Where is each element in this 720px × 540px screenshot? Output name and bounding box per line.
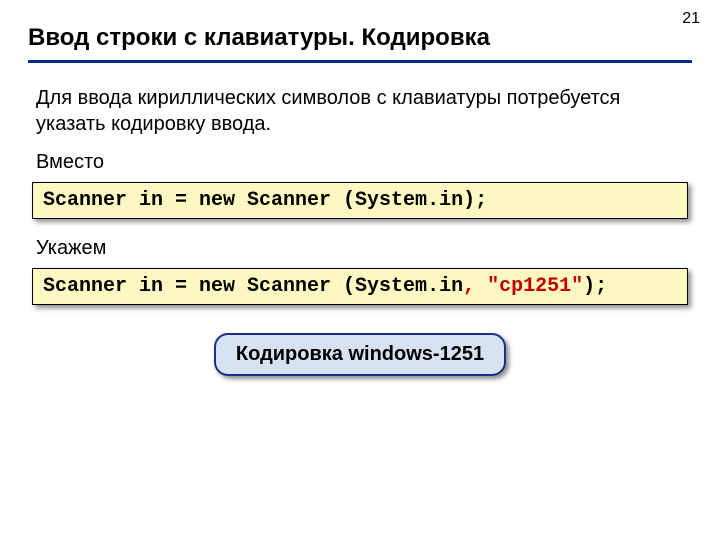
page-number: 21: [682, 10, 700, 28]
label-specify: Укажем: [36, 237, 684, 260]
code-part-c: );: [583, 275, 607, 298]
code-part-highlight: , "cp1251": [463, 275, 583, 298]
label-instead: Вместо: [36, 151, 684, 174]
code-block-modified: Scanner in = new Scanner (System.in, "cp…: [32, 268, 688, 305]
intro-text: Для ввода кириллических символов с клави…: [36, 85, 684, 137]
callout-container: Кодировка windows-1251: [28, 333, 692, 376]
encoding-callout: Кодировка windows-1251: [214, 333, 506, 376]
slide-title: Ввод строки с клавиатуры. Кодировка: [28, 24, 692, 63]
code-part-a: Scanner in = new Scanner (System.in: [43, 275, 463, 298]
code-block-original: Scanner in = new Scanner (System.in);: [32, 182, 688, 219]
